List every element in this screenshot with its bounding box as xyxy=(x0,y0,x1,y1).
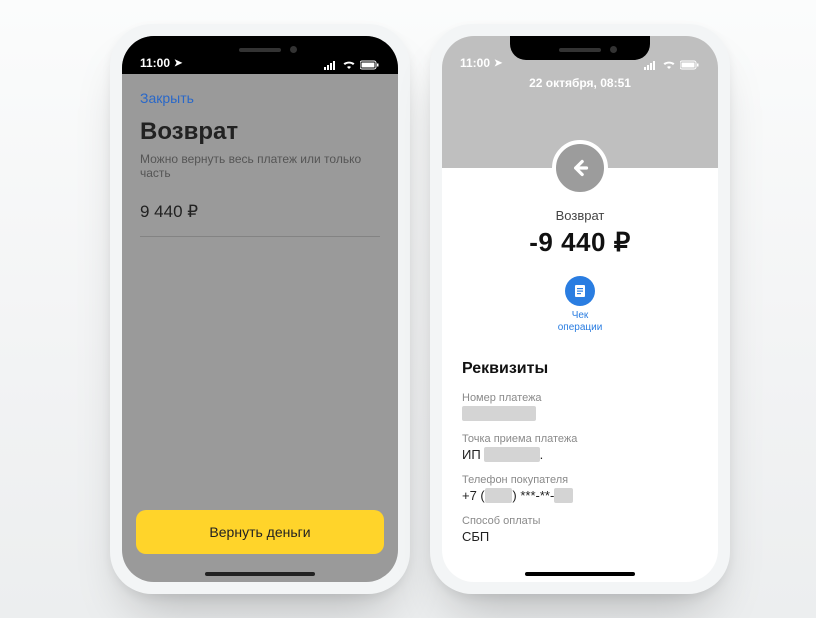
detail-label: Способ оплаты xyxy=(462,515,698,527)
wifi-icon xyxy=(662,60,676,70)
battery-icon xyxy=(360,60,380,70)
screen-right: 11:00 ➤ 22 октября, 08:51 Возврат -9 440… xyxy=(442,36,718,582)
statusbar-time: 11:00 xyxy=(140,56,170,70)
screen-left: 11:00 ➤ Закрыть Возврат Можно вернуть ве… xyxy=(122,36,398,582)
detail-row-merchant: Точка приема платежа ИП ██████. xyxy=(462,433,698,462)
detail-row-phone: Телефон покупателя +7 (███) ***-**-██ xyxy=(462,474,698,503)
detail-value: ████████ xyxy=(462,406,698,421)
detail-value: ИП ██████. xyxy=(462,447,698,462)
detail-row-payment-id: Номер платежа ████████ xyxy=(462,392,698,421)
statusbar-time: 11:00 xyxy=(460,56,490,70)
receipt-icon xyxy=(565,276,595,306)
page-title: Возврат xyxy=(140,118,380,146)
details-section: Реквизиты Номер платежа ████████ Точка п… xyxy=(462,360,698,544)
phone-mockup-right: 11:00 ➤ 22 октября, 08:51 Возврат -9 440… xyxy=(430,24,730,594)
detail-label: Телефон покупателя xyxy=(462,474,698,486)
signal-icon xyxy=(324,60,338,70)
phone-mockup-left: 11:00 ➤ Закрыть Возврат Можно вернуть ве… xyxy=(110,24,410,594)
notch xyxy=(190,36,330,60)
masked-value: ██████ xyxy=(484,447,539,462)
location-icon: ➤ xyxy=(494,58,502,69)
receipt-label: Чек операции xyxy=(558,310,603,334)
page-subtitle: Можно вернуть весь платеж или только час… xyxy=(140,152,380,180)
statusbar-indicators xyxy=(644,60,700,70)
refund-button[interactable]: Вернуть деньги xyxy=(136,510,384,554)
detail-value: +7 (███) ***-**-██ xyxy=(462,488,698,503)
location-icon: ➤ xyxy=(174,58,182,69)
refund-amount-input[interactable]: 9 440 ₽ xyxy=(140,202,380,237)
detail-row-method: Способ оплаты СБП xyxy=(462,515,698,544)
statusbar-indicators xyxy=(324,60,380,70)
signal-icon xyxy=(644,60,658,70)
close-link[interactable]: Закрыть xyxy=(140,84,380,118)
masked-value: ███ xyxy=(485,488,513,503)
home-indicator xyxy=(525,572,635,576)
detail-value: СБП xyxy=(462,529,698,544)
detail-label: Номер платежа xyxy=(462,392,698,404)
transaction-amount: -9 440 ₽ xyxy=(462,227,698,258)
masked-value: ██ xyxy=(554,488,572,503)
notch xyxy=(510,36,650,60)
refund-arrow-icon xyxy=(552,140,608,196)
home-indicator xyxy=(205,572,315,576)
battery-icon xyxy=(680,60,700,70)
wifi-icon xyxy=(342,60,356,70)
transaction-type-label: Возврат xyxy=(462,208,698,223)
receipt-button[interactable]: Чек операции xyxy=(462,276,698,334)
detail-label: Точка приема платежа xyxy=(462,433,698,445)
transaction-date: 22 октября, 08:51 xyxy=(442,76,718,90)
masked-value: ████████ xyxy=(462,406,536,421)
details-title: Реквизиты xyxy=(462,360,698,378)
